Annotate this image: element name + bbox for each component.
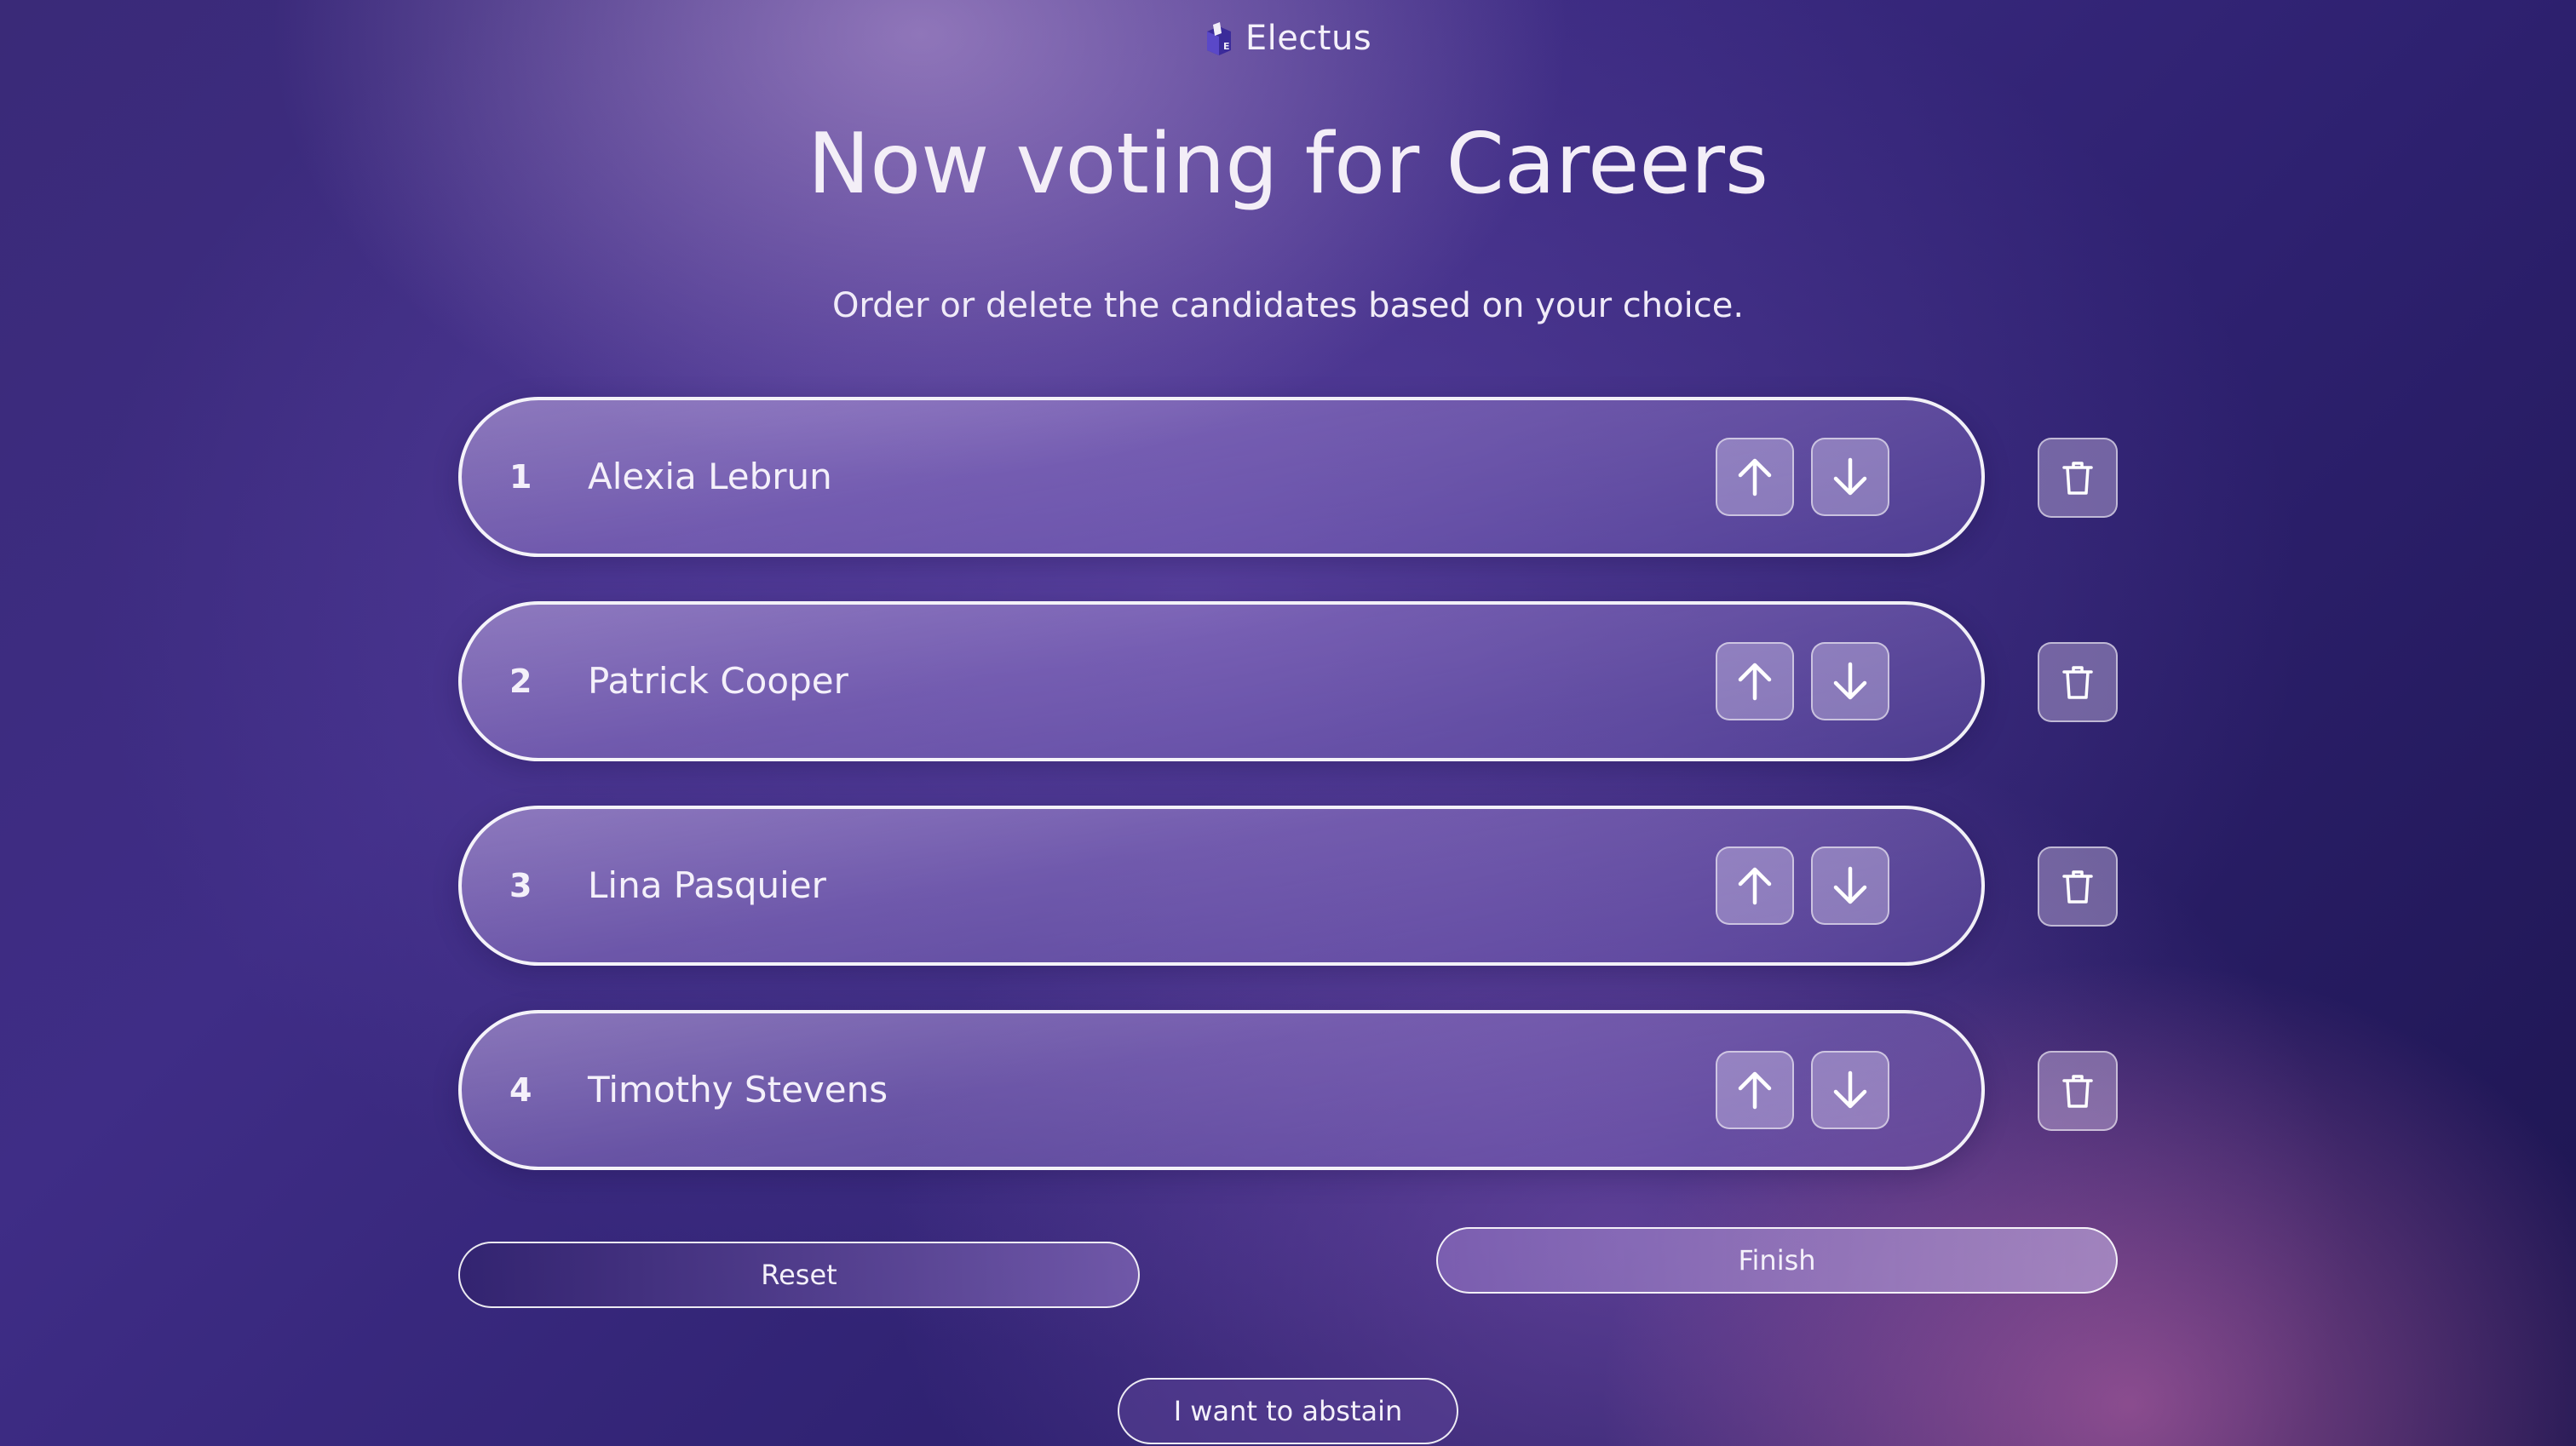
candidate-rank: 4 [509,1071,532,1109]
candidate-row: 2 Patrick Cooper [458,601,1985,761]
reset-button[interactable]: Reset [458,1242,1140,1308]
brand-name: Electus [1245,19,1372,58]
trash-icon [2062,1075,2093,1108]
arrow-up-icon [1738,458,1772,496]
move-up-button[interactable] [1716,438,1794,516]
candidate-rank: 2 [509,663,532,700]
trash-icon [2062,870,2093,904]
move-down-button[interactable] [1811,438,1889,516]
ballot-box-icon: E [1206,22,1231,55]
brand-header: E Electus [0,19,2576,58]
move-down-button[interactable] [1811,1051,1889,1129]
delete-candidate-button[interactable] [2038,438,2118,518]
candidate-row: 1 Alexia Lebrun [458,397,1985,557]
move-down-button[interactable] [1811,846,1889,925]
arrow-up-icon [1738,867,1772,905]
candidate-row: 4 Timothy Stevens [458,1010,1985,1170]
arrow-up-icon [1738,1071,1772,1110]
arrow-down-icon [1833,662,1867,700]
candidate-rank: 1 [509,458,532,496]
move-up-button[interactable] [1716,846,1794,925]
trash-icon [2062,666,2093,699]
page-title: Now voting for Careers [807,116,1769,213]
abstain-button[interactable]: I want to abstain [1118,1378,1458,1444]
finish-button[interactable]: Finish [1436,1227,2118,1294]
delete-candidate-button[interactable] [2038,1051,2118,1131]
candidate-name: Alexia Lebrun [588,456,832,497]
candidate-rank: 3 [509,867,532,904]
arrow-up-icon [1738,663,1772,701]
candidate-row: 3 Lina Pasquier [458,806,1985,966]
page-subtitle: Order or delete the candidates based on … [831,286,1745,325]
arrow-down-icon [1833,457,1867,496]
move-up-button[interactable] [1716,1051,1794,1129]
candidate-name: Timothy Stevens [588,1069,888,1110]
ballot-box-letter: E [1223,41,1230,52]
arrow-down-icon [1833,866,1867,904]
move-down-button[interactable] [1811,642,1889,720]
candidate-name: Patrick Cooper [588,660,848,702]
arrow-down-icon [1833,1070,1867,1109]
delete-candidate-button[interactable] [2038,642,2118,722]
delete-candidate-button[interactable] [2038,846,2118,927]
move-up-button[interactable] [1716,642,1794,720]
candidate-name: Lina Pasquier [588,864,826,906]
trash-icon [2062,462,2093,495]
